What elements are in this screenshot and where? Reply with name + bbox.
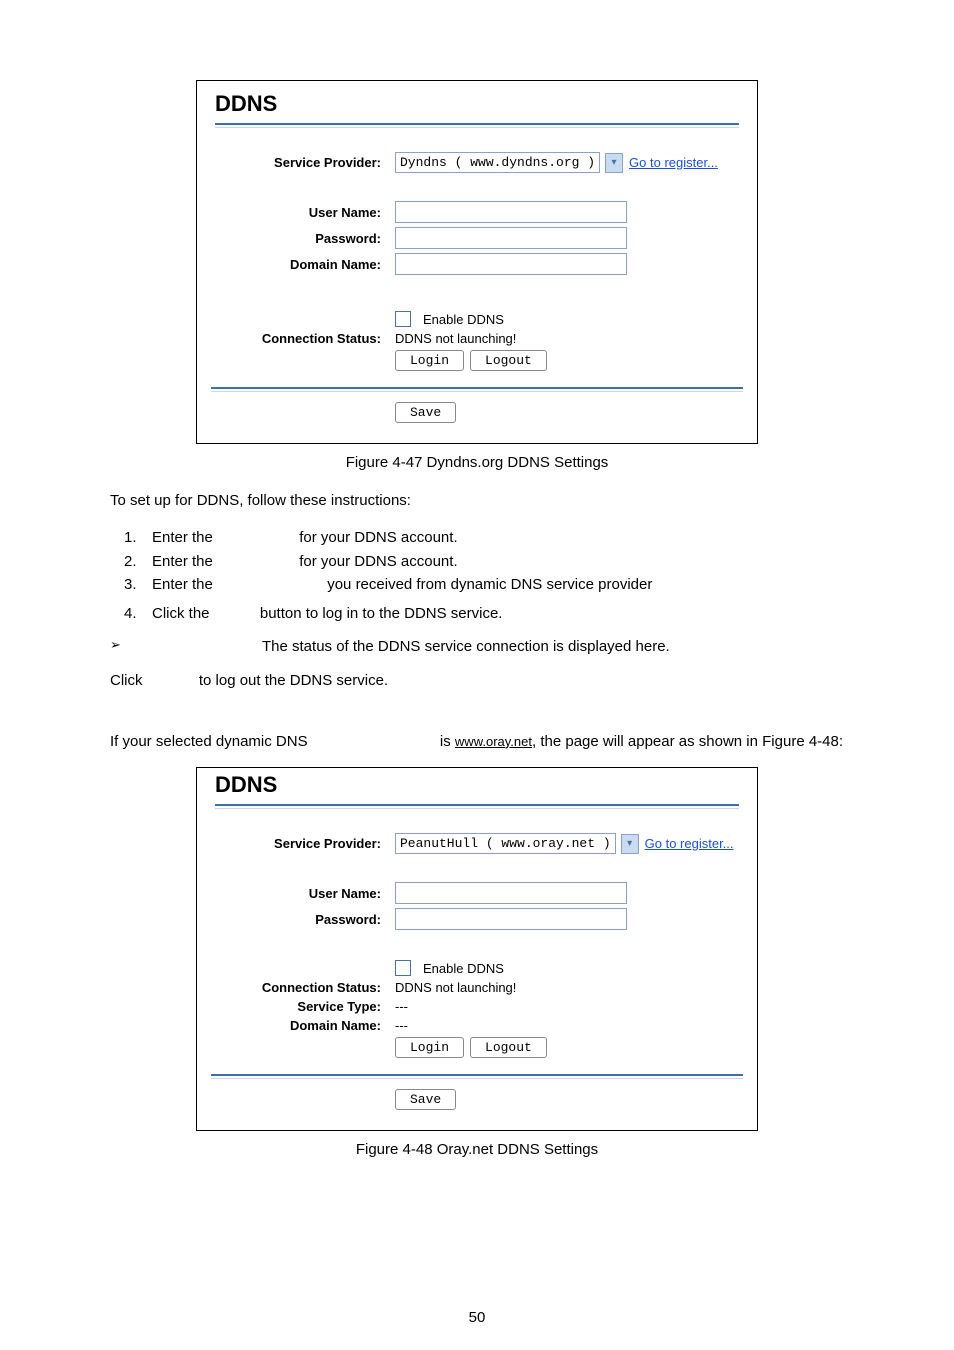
save-button[interactable]: Save <box>395 402 456 423</box>
label-password: Password: <box>211 231 395 246</box>
go-to-register-link[interactable]: Go to register... <box>629 155 718 170</box>
figure-caption-47: Figure 4-47 Dyndns.org DDNS Settings <box>110 454 844 471</box>
logout-line: Click to log out the DDNS service. <box>110 669 844 692</box>
label-user-name: User Name: <box>211 886 395 901</box>
chevron-down-icon[interactable]: ▾ <box>605 153 623 173</box>
instructions-lead: To set up for DDNS, follow these instruc… <box>110 489 844 512</box>
enable-ddns-label: Enable DDNS <box>423 961 504 976</box>
label-service-type: Service Type: <box>211 999 395 1014</box>
enable-ddns-label: Enable DDNS <box>423 312 504 327</box>
service-type-value: --- <box>395 999 408 1014</box>
connection-status-text: DDNS not launching! <box>395 331 516 346</box>
instructions-list: 1.Enter the for your DDNS account. 2.Ent… <box>124 526 844 625</box>
enable-ddns-checkbox[interactable] <box>395 311 411 327</box>
ddns-oray-panel: DDNS Service Provider: PeanutHull ( www.… <box>196 767 758 1131</box>
oray-intro-text: If your selected dynamic DNS is www.oray… <box>110 730 844 753</box>
user-name-input[interactable] <box>395 201 627 223</box>
label-connection-status: Connection Status: <box>211 980 395 995</box>
label-domain-name: Domain Name: <box>211 257 395 272</box>
logout-button[interactable]: Logout <box>470 350 547 371</box>
service-provider-select[interactable]: PeanutHull ( www.oray.net ) <box>395 833 616 854</box>
label-user-name: User Name: <box>211 205 395 220</box>
go-to-register-link[interactable]: Go to register... <box>645 836 734 851</box>
login-button[interactable]: Login <box>395 350 464 371</box>
label-service-provider: Service Provider: <box>211 155 395 170</box>
label-domain-name: Domain Name: <box>211 1018 395 1033</box>
connection-status-note: ➢ The status of the DDNS service connect… <box>110 635 844 658</box>
password-input[interactable] <box>395 908 627 930</box>
label-password: Password: <box>211 912 395 927</box>
enable-ddns-checkbox[interactable] <box>395 960 411 976</box>
user-name-input[interactable] <box>395 882 627 904</box>
connection-status-text: DDNS not launching! <box>395 980 516 995</box>
ddns-dyndns-panel: DDNS Service Provider: Dyndns ( www.dynd… <box>196 80 758 444</box>
chevron-down-icon[interactable]: ▾ <box>621 834 639 854</box>
label-service-provider: Service Provider: <box>211 836 395 851</box>
label-connection-status: Connection Status: <box>211 331 395 346</box>
login-button[interactable]: Login <box>395 1037 464 1058</box>
domain-name-input[interactable] <box>395 253 627 275</box>
domain-name-value: --- <box>395 1018 408 1033</box>
figure-caption-48: Figure 4-48 Oray.net DDNS Settings <box>110 1141 844 1158</box>
panel-title: DDNS <box>215 91 277 116</box>
logout-button[interactable]: Logout <box>470 1037 547 1058</box>
save-button[interactable]: Save <box>395 1089 456 1110</box>
panel-title: DDNS <box>215 772 277 797</box>
service-provider-select[interactable]: Dyndns ( www.dyndns.org ) <box>395 152 600 173</box>
password-input[interactable] <box>395 227 627 249</box>
page-number: 50 <box>0 1309 954 1326</box>
oray-link[interactable]: www.oray.net <box>455 734 532 749</box>
